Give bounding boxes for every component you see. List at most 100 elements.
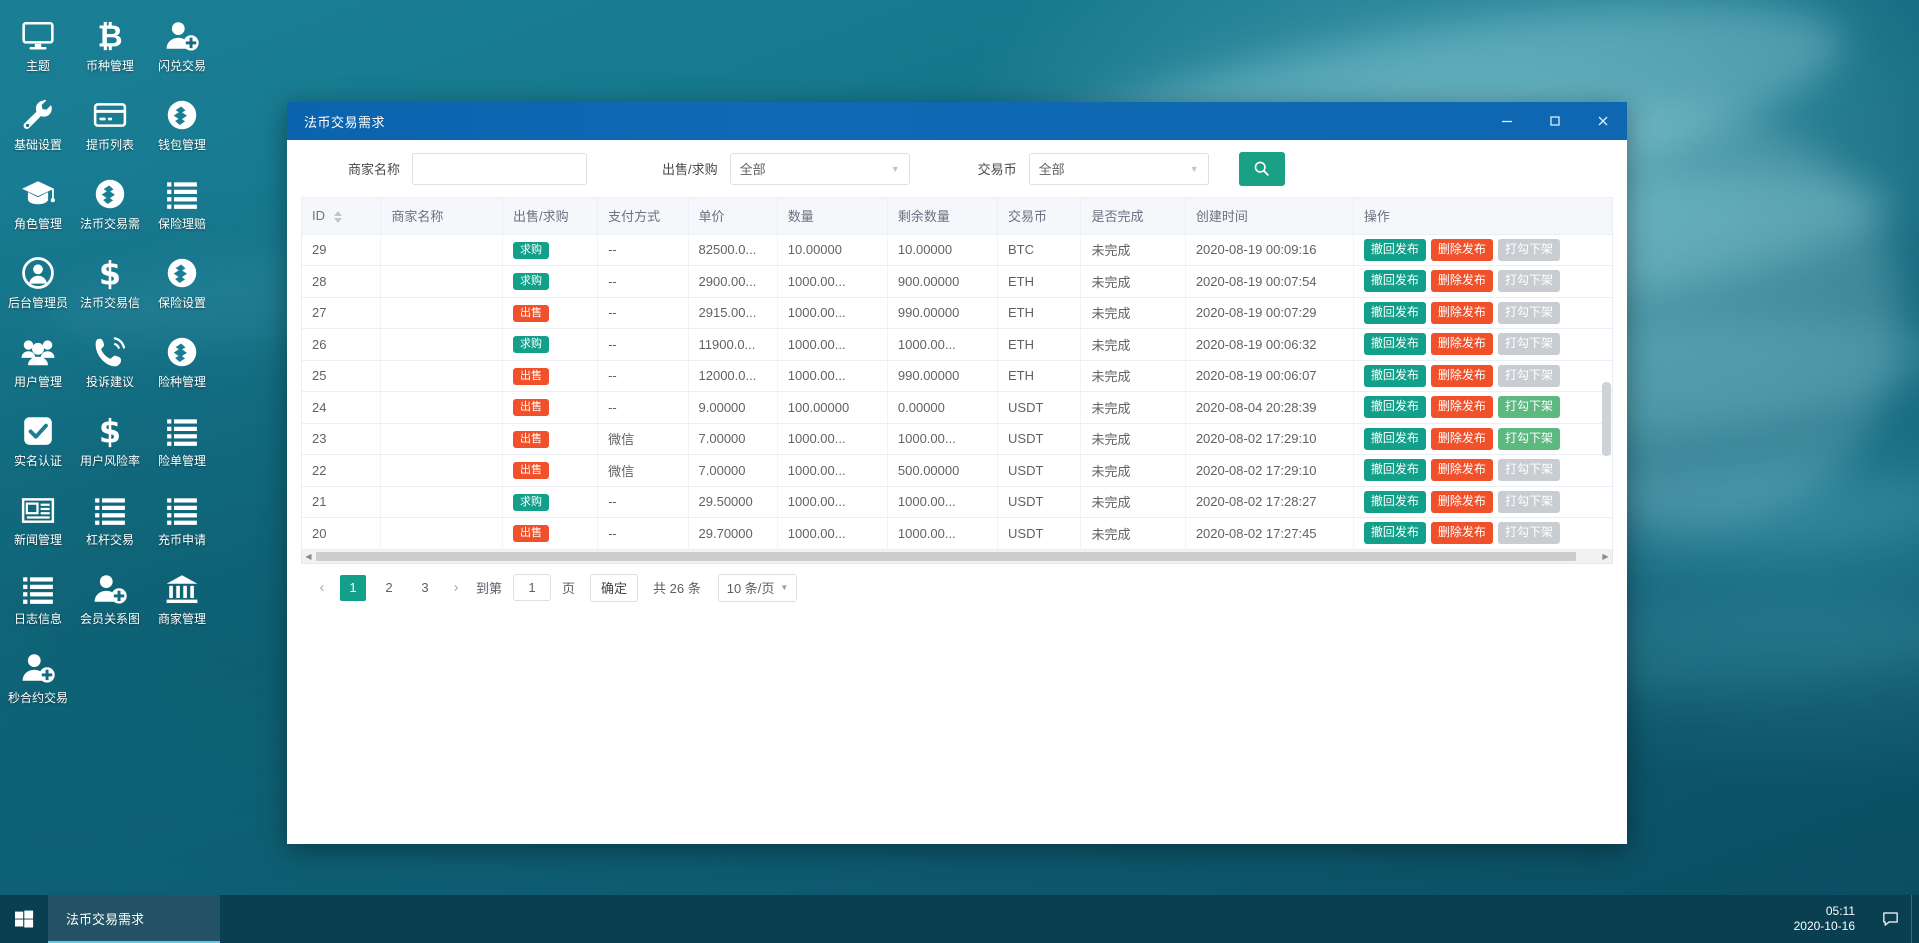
chat-bubble-icon[interactable] xyxy=(1869,895,1911,943)
desktop-icon-9[interactable]: 保险理赔 xyxy=(146,166,218,245)
table-row[interactable]: 24出售--9.00000100.000000.00000USDT未完成2020… xyxy=(302,392,1612,424)
page-number-1[interactable]: 1 xyxy=(340,575,366,601)
desktop-icon-2[interactable]: ₿币种管理 xyxy=(74,8,146,87)
desktop-icon-13[interactable]: 用户管理 xyxy=(2,324,74,403)
desktop-icon-7[interactable]: 角色管理 xyxy=(2,166,74,245)
offshelf-button[interactable]: 打勾下架 xyxy=(1498,428,1560,450)
sort-icon[interactable] xyxy=(334,211,342,223)
delete-publish-button[interactable]: 删除发布 xyxy=(1431,522,1493,544)
page-number-3[interactable]: 3 xyxy=(412,575,438,601)
desktop-icon-23[interactable]: 会员关系图 xyxy=(74,561,146,640)
cell-actions: 撤回发布删除发布打勾下架 xyxy=(1353,392,1612,424)
desktop-icon-3[interactable]: 闪兑交易 xyxy=(146,8,218,87)
scroll-left-icon[interactable]: ◀ xyxy=(302,550,315,562)
delete-publish-button[interactable]: 删除发布 xyxy=(1431,302,1493,324)
table-row[interactable]: 23出售微信7.000001000.00...1000.00...USDT未完成… xyxy=(302,423,1612,455)
goto-page-input[interactable] xyxy=(513,574,551,601)
table-row[interactable]: 20出售--29.700001000.00...1000.00...USDT未完… xyxy=(302,518,1612,550)
desktop-icon-15[interactable]: 险种管理 xyxy=(146,324,218,403)
show-desktop-button[interactable] xyxy=(1911,895,1919,943)
confirm-button[interactable]: 确定 xyxy=(590,574,638,602)
withdraw-publish-button[interactable]: 撤回发布 xyxy=(1364,522,1426,544)
delete-publish-button[interactable]: 删除发布 xyxy=(1431,270,1493,292)
taskbar-clock[interactable]: 05:11 2020-10-16 xyxy=(1780,904,1869,934)
withdraw-publish-button[interactable]: 撤回发布 xyxy=(1364,428,1426,450)
desktop-icon-label: 新闻管理 xyxy=(14,534,62,547)
withdraw-publish-button[interactable]: 撤回发布 xyxy=(1364,491,1426,513)
pagination: ‹ 123 › 到第 页 确定 共 26 条 10 条/页 ▼ xyxy=(287,564,1627,612)
delete-publish-button[interactable]: 删除发布 xyxy=(1431,491,1493,513)
minimize-icon[interactable] xyxy=(1483,102,1531,140)
delete-publish-button[interactable]: 删除发布 xyxy=(1431,428,1493,450)
trade-type-tag: 求购 xyxy=(513,494,549,511)
page-number-2[interactable]: 2 xyxy=(376,575,402,601)
withdraw-publish-button[interactable]: 撤回发布 xyxy=(1364,333,1426,355)
delete-publish-button[interactable]: 删除发布 xyxy=(1431,239,1493,261)
desktop-icon-1[interactable]: 主题 xyxy=(2,8,74,87)
delete-publish-button[interactable]: 删除发布 xyxy=(1431,459,1493,481)
desktop-icon-24[interactable]: 商家管理 xyxy=(146,561,218,640)
delete-publish-button[interactable]: 删除发布 xyxy=(1431,396,1493,418)
withdraw-publish-button[interactable]: 撤回发布 xyxy=(1364,270,1426,292)
window-titlebar[interactable]: 法币交易需求 xyxy=(287,102,1627,140)
coin-filter-group: 交易币 全部 ▼ xyxy=(978,153,1209,185)
desktop-icon-22[interactable]: 日志信息 xyxy=(2,561,74,640)
table-row[interactable]: 22出售微信7.000001000.00...500.00000USDT未完成2… xyxy=(302,455,1612,487)
cell-actions: 撤回发布删除发布打勾下架 xyxy=(1353,455,1612,487)
offshelf-button: 打勾下架 xyxy=(1498,491,1560,513)
desktop-icon-12[interactable]: 保险设置 xyxy=(146,245,218,324)
desktop-icon-10[interactable]: 后台管理员 xyxy=(2,245,74,324)
trade-type-value: 全部 xyxy=(740,159,766,178)
table-row[interactable]: 27出售--2915.00...1000.00...990.00000ETH未完… xyxy=(302,297,1612,329)
coin-select[interactable]: 全部 ▼ xyxy=(1029,153,1209,185)
page-next-button[interactable]: › xyxy=(443,574,469,602)
table-row[interactable]: 26求购--11900.0...1000.00...1000.00...ETH未… xyxy=(302,329,1612,361)
withdraw-publish-button[interactable]: 撤回发布 xyxy=(1364,459,1426,481)
search-button[interactable] xyxy=(1239,152,1285,186)
desktop-icon-6[interactable]: 钱包管理 xyxy=(146,87,218,166)
windows-start-icon[interactable] xyxy=(0,895,48,943)
table-row[interactable]: 28求购--2900.00...1000.00...900.00000ETH未完… xyxy=(302,266,1612,298)
withdraw-publish-button[interactable]: 撤回发布 xyxy=(1364,239,1426,261)
delete-publish-button[interactable]: 删除发布 xyxy=(1431,365,1493,387)
table-vertical-scrollbar[interactable] xyxy=(1600,234,1612,550)
desktop-icon-20[interactable]: 杠杆交易 xyxy=(74,482,146,561)
list-icon xyxy=(20,571,56,607)
merchant-name-input[interactable] xyxy=(412,153,587,185)
table-row[interactable]: 29求购--82500.0...10.0000010.00000BTC未完成20… xyxy=(302,234,1612,266)
scrollbar-thumb[interactable] xyxy=(1602,382,1611,456)
withdraw-publish-button[interactable]: 撤回发布 xyxy=(1364,302,1426,324)
withdraw-publish-button[interactable]: 撤回发布 xyxy=(1364,365,1426,387)
desktop-icon-5[interactable]: 提币列表 xyxy=(74,87,146,166)
scroll-right-icon[interactable]: ▶ xyxy=(1599,550,1612,562)
column-header-id[interactable]: ID xyxy=(302,198,381,234)
desktop-icon-17[interactable]: $用户风险率 xyxy=(74,403,146,482)
delete-publish-button[interactable]: 删除发布 xyxy=(1431,333,1493,355)
withdraw-publish-button[interactable]: 撤回发布 xyxy=(1364,396,1426,418)
cell-created: 2020-08-02 17:29:10 xyxy=(1185,455,1353,487)
desktop-icon-14[interactable]: 投诉建议 xyxy=(74,324,146,403)
desktop-icon-8[interactable]: 法币交易需 xyxy=(74,166,146,245)
desktop-icon-4[interactable]: 基础设置 xyxy=(2,87,74,166)
taskbar-item-faib-trade-demand[interactable]: 法币交易需求 xyxy=(48,895,220,943)
desktop-icon-25[interactable]: 秒合约交易 xyxy=(2,640,74,719)
table-horizontal-scrollbar[interactable]: ◀ ▶ xyxy=(301,550,1613,564)
desktop-icon-11[interactable]: $法币交易信 xyxy=(74,245,146,324)
close-icon[interactable] xyxy=(1579,102,1627,140)
scrollbar-thumb[interactable] xyxy=(316,552,1576,561)
desktop-icon-16[interactable]: 实名认证 xyxy=(2,403,74,482)
table-row[interactable]: 25出售--12000.0...1000.00...990.00000ETH未完… xyxy=(302,360,1612,392)
desktop-icon-19[interactable]: 新闻管理 xyxy=(2,482,74,561)
table-row[interactable]: 21求购--29.500001000.00...1000.00...USDT未完… xyxy=(302,486,1612,518)
page-prev-button[interactable]: ‹ xyxy=(309,574,335,602)
offshelf-button[interactable]: 打勾下架 xyxy=(1498,396,1560,418)
desktop-icon-21[interactable]: 充币申请 xyxy=(146,482,218,561)
cell-payment: -- xyxy=(598,518,688,550)
cell-coin: USDT xyxy=(998,518,1081,550)
page-size-select[interactable]: 10 条/页 ▼ xyxy=(718,574,798,602)
trade-type-select[interactable]: 全部 ▼ xyxy=(730,153,910,185)
desktop-icon-label: 充币申请 xyxy=(158,534,206,547)
maximize-icon[interactable] xyxy=(1531,102,1579,140)
desktop-icon-18[interactable]: 险单管理 xyxy=(146,403,218,482)
cell-payment: -- xyxy=(598,486,688,518)
